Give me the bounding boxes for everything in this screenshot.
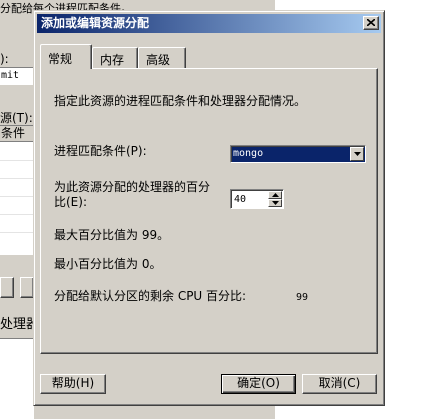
processor-percent-input[interactable] <box>234 192 264 206</box>
background-field-label: ): <box>0 52 9 66</box>
spinner-down-button[interactable] <box>268 199 282 207</box>
tab-general[interactable]: 常规 <box>40 44 92 69</box>
close-button[interactable] <box>363 16 379 30</box>
background-resource-label: 源(T): <box>0 111 33 125</box>
dialog-title: 添加或编辑资源分配 <box>41 16 150 30</box>
tab-advanced[interactable]: 高级 <box>138 47 186 69</box>
background-resource-list[interactable]: 条件 <box>0 125 34 255</box>
process-match-value: mongo <box>233 148 264 159</box>
background-text-field[interactable]: mit <box>0 67 34 85</box>
chevron-down-icon <box>354 152 361 156</box>
max-percent-note: 最大百分比值为 99。 <box>54 228 170 242</box>
ok-button[interactable]: 确定(O) <box>221 374 296 394</box>
dropdown-arrow-button[interactable] <box>350 147 364 161</box>
list-row-divider <box>0 214 34 215</box>
remaining-cpu-label: 分配给默认分区的剩余 CPU 百分比: <box>54 289 247 303</box>
list-row-divider <box>0 178 34 179</box>
min-percent-note: 最小百分比值为 0。 <box>54 257 162 271</box>
background-button[interactable] <box>0 277 14 298</box>
list-row-divider <box>0 232 34 233</box>
background-desktop <box>385 370 442 419</box>
tab-memory[interactable]: 内存 <box>92 47 138 69</box>
panel-description: 指定此资源的进程匹配条件和处理器分配情况。 <box>54 94 307 108</box>
process-match-dropdown[interactable]: mongo <box>230 145 366 163</box>
help-button[interactable]: 帮助(H) <box>40 374 106 394</box>
cancel-button[interactable]: 取消(C) <box>302 374 377 394</box>
background-list-column-header[interactable]: 条件 <box>0 126 34 142</box>
spinner-up-button[interactable] <box>268 191 282 199</box>
arrow-down-icon <box>272 201 279 205</box>
process-match-label: 进程匹配条件(P): <box>54 144 147 158</box>
close-icon <box>367 19 375 26</box>
resource-allocation-dialog: 添加或编辑资源分配 常规 内存 高级 指定此资源的进程匹配条件和处理器分配情况。… <box>33 10 385 406</box>
general-tab-panel: 指定此资源的进程匹配条件和处理器分配情况。 进程匹配条件(P): mongo 为… <box>40 68 378 354</box>
title-bar[interactable]: 添加或编辑资源分配 <box>37 14 381 33</box>
background-text-area[interactable] <box>0 338 34 419</box>
list-row-divider <box>0 196 34 197</box>
remaining-cpu-value: 99 <box>296 292 309 303</box>
processor-percent-label-continued: 比(E): <box>54 195 87 209</box>
arrow-up-icon <box>272 193 279 197</box>
processor-percent-spinner[interactable] <box>230 189 284 209</box>
list-row-divider <box>0 160 34 161</box>
background-button[interactable] <box>20 277 34 298</box>
